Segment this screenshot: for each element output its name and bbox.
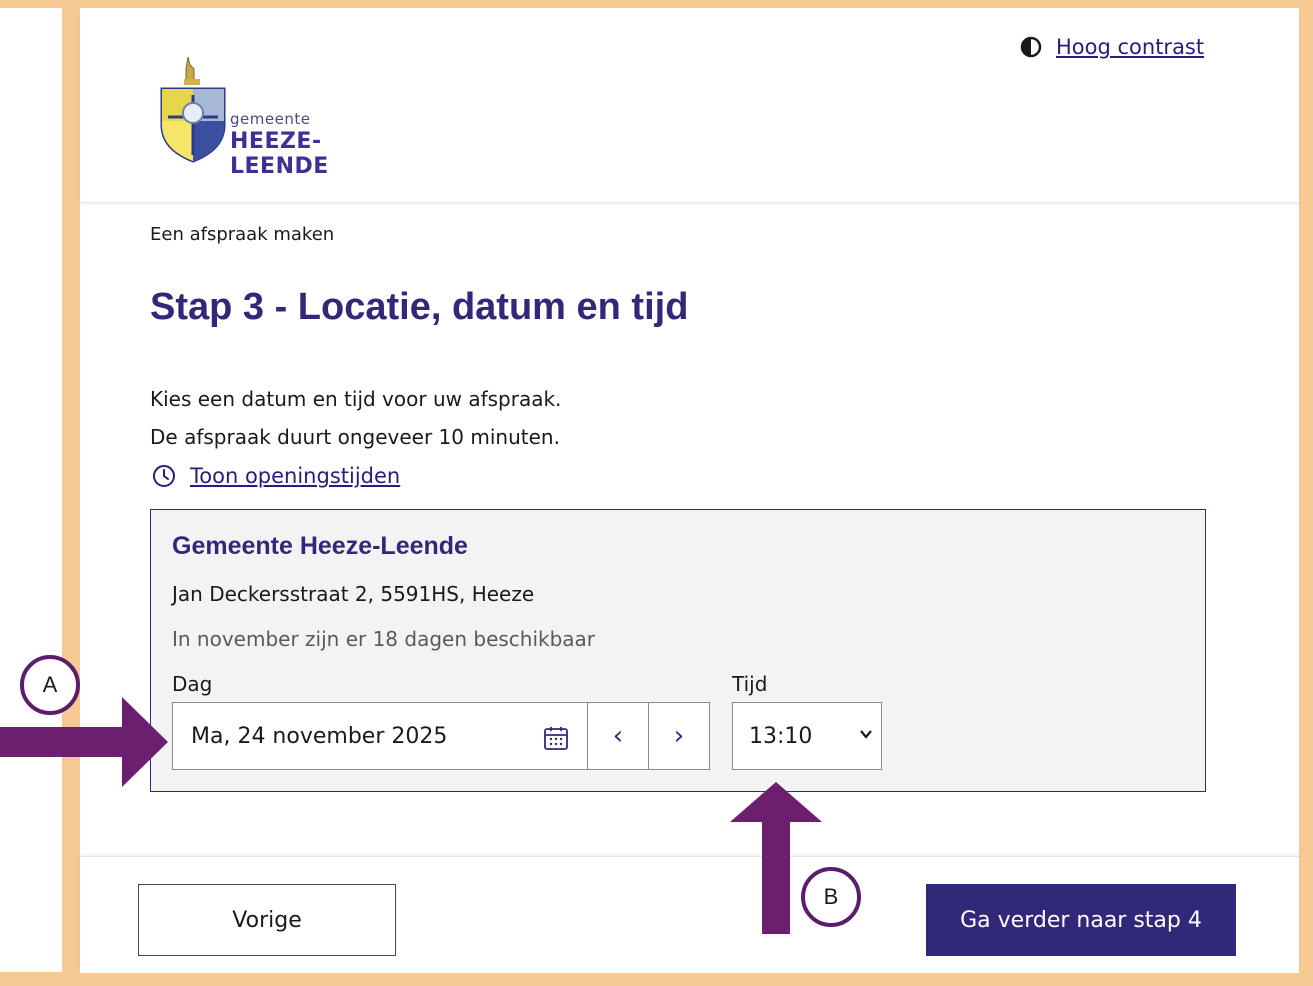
annotation-a-badge: A xyxy=(20,655,80,715)
arrow-a-icon xyxy=(0,697,168,787)
annotation-b-badge: B xyxy=(801,867,861,927)
annotation-layer xyxy=(0,697,822,934)
